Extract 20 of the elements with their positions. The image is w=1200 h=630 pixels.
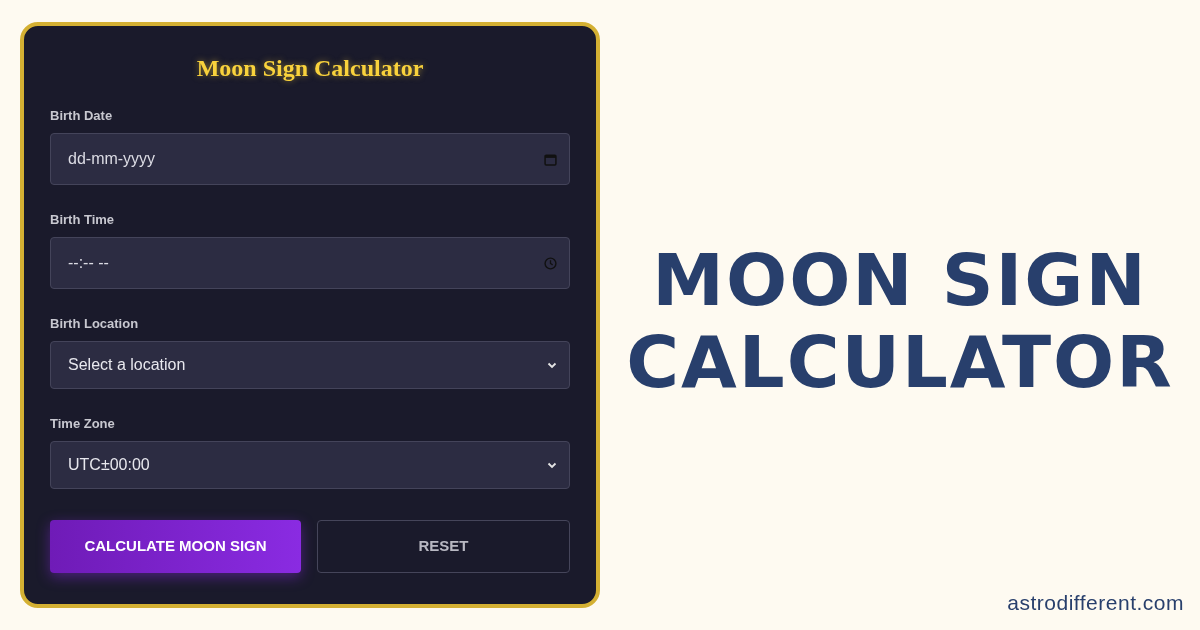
input-field[interactable]: --:-- -- (50, 237, 570, 289)
field-label: Birth Time (50, 212, 116, 228)
input-field[interactable]: dd-mm-yyyy (50, 133, 570, 185)
headline-text: CALCULATOR (626, 321, 1174, 403)
clock-icon[interactable] (544, 256, 557, 270)
card-title: Moon Sign Calculator (196, 54, 424, 83)
field-label: Birth Location (50, 316, 140, 332)
reset-button[interactable]: RESET (317, 520, 570, 573)
calculate-button[interactable]: CALCULATE MOON SIGN (50, 520, 301, 573)
headline-text: MOON SIGN (652, 239, 1148, 321)
chevron-down-icon (547, 361, 557, 369)
select-field[interactable]: UTC±00:00 (50, 441, 570, 489)
field-label: Birth Date (50, 108, 114, 124)
field-label: Time Zone (50, 416, 116, 432)
select-field[interactable]: Select a location (50, 341, 570, 389)
chevron-down-icon (547, 461, 557, 469)
placeholder-text: dd-mm-yyyy (68, 149, 156, 169)
calendar-icon[interactable] (544, 152, 557, 166)
site-name: astrodifferent.com (1007, 589, 1184, 616)
placeholder-text: --:-- -- (68, 253, 109, 273)
